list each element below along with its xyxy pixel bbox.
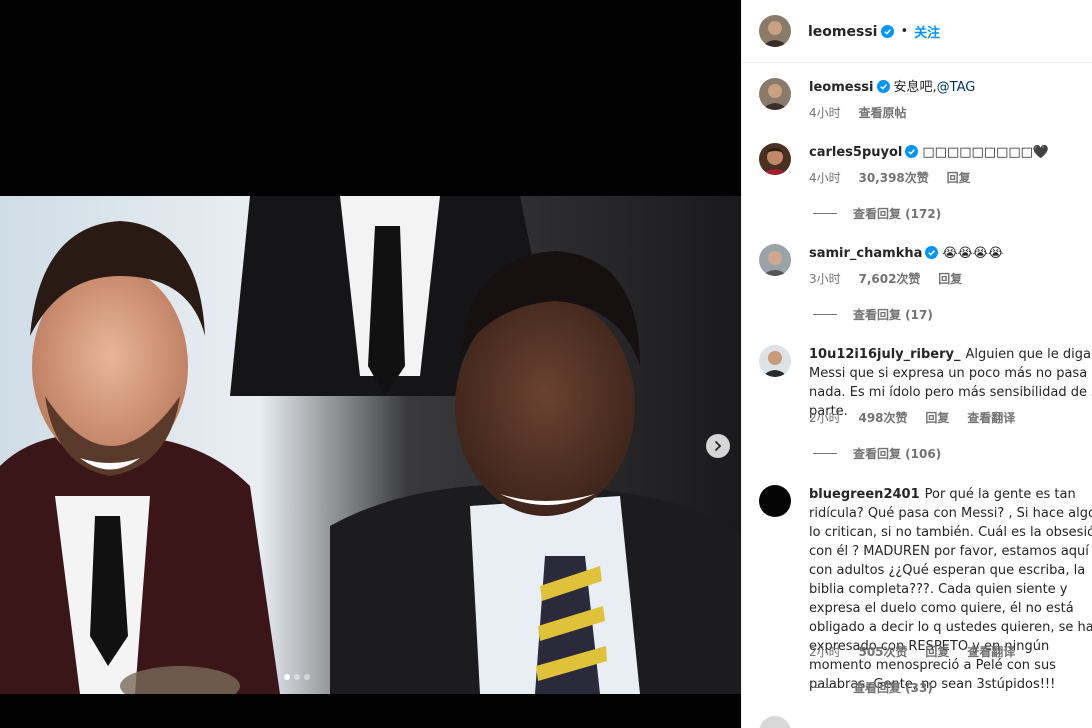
translate-button[interactable]: 查看翻译 (967, 645, 1015, 659)
photo-messi-pele (0, 196, 741, 694)
comment-time: 2小时 (809, 411, 841, 425)
likes-count[interactable]: 30,398次赞 (858, 171, 928, 185)
carousel-indicator (284, 674, 310, 680)
avatar[interactable] (759, 78, 791, 110)
post-media (0, 0, 741, 728)
replies-line (813, 687, 837, 688)
comment-username[interactable]: samir_chamkha (809, 246, 922, 261)
view-replies-button[interactable]: 查看回复 (33) (813, 679, 933, 696)
view-original-link[interactable]: 查看原帖 (858, 106, 906, 120)
avatar[interactable] (759, 143, 791, 175)
view-replies-button[interactable]: 查看回复 (172) (813, 205, 941, 222)
comment-time: 3小时 (809, 272, 841, 286)
likes-count[interactable]: 7,602次赞 (858, 272, 920, 286)
avatar[interactable] (759, 15, 791, 47)
reply-button[interactable]: 回复 (925, 645, 949, 659)
view-replies-label: 查看回复 (17) (853, 308, 933, 322)
replies-line (813, 314, 837, 315)
verified-icon (876, 80, 890, 93)
caption-tag-link[interactable]: @TAG (937, 80, 976, 95)
reply-button[interactable]: 回复 (925, 411, 949, 425)
next-media-button[interactable] (706, 434, 730, 458)
caption-username[interactable]: leomessi (809, 80, 874, 95)
avatar[interactable] (759, 716, 791, 728)
comment-text: Por qué la gente es tan ridícula? Qué pa… (809, 487, 1092, 692)
header-username[interactable]: leomessi (808, 24, 877, 40)
view-replies-label: 查看回复 (106) (853, 447, 942, 461)
avatar[interactable] (759, 345, 791, 377)
carousel-dot (284, 674, 290, 680)
verified-icon (881, 25, 895, 38)
avatar[interactable] (759, 485, 791, 517)
view-replies-button[interactable]: 查看回复 (17) (813, 306, 933, 323)
caption-time: 4小时 (809, 106, 841, 120)
comment-text: □□□□□□□□□🖤 (922, 145, 1050, 160)
comment-username[interactable]: 10u12i16july_ribery_ (809, 347, 961, 362)
comment-username[interactable]: bluegreen2401 (809, 487, 920, 502)
translate-button[interactable]: 查看翻译 (967, 411, 1015, 425)
chevron-right-icon (715, 441, 722, 451)
verified-icon (925, 246, 939, 259)
comment-text: 😭😭😭😭 (942, 246, 1004, 261)
reply-button[interactable]: 回复 (938, 272, 962, 286)
carousel-dot (294, 674, 300, 680)
follow-button[interactable]: 关注 (914, 22, 940, 41)
carousel-dot (304, 674, 310, 680)
comment-time: 4小时 (809, 171, 841, 185)
verified-icon (905, 145, 919, 158)
post-header: leomessi • 关注 (742, 0, 1092, 63)
comment-username[interactable]: carles5puyol (809, 145, 902, 160)
likes-count[interactable]: 498次赞 (858, 411, 907, 425)
view-replies-button[interactable]: 查看回复 (106) (813, 445, 941, 462)
likes-count[interactable]: 505次赞 (858, 645, 907, 659)
post-photo (0, 196, 741, 694)
view-replies-label: 查看回复 (33) (853, 681, 933, 695)
separator-dot: • (900, 24, 909, 39)
reply-button[interactable]: 回复 (947, 171, 971, 185)
avatar[interactable] (759, 244, 791, 276)
view-replies-label: 查看回复 (172) (853, 207, 942, 221)
replies-line (813, 213, 837, 214)
comment-time: 2小时 (809, 645, 841, 659)
post-side-panel: leomessi • 关注 leomessi 安息吧,@TAG 4小时 查看原帖 … (741, 0, 1092, 728)
caption-text: 安息吧, (893, 80, 937, 95)
replies-line (813, 453, 837, 454)
